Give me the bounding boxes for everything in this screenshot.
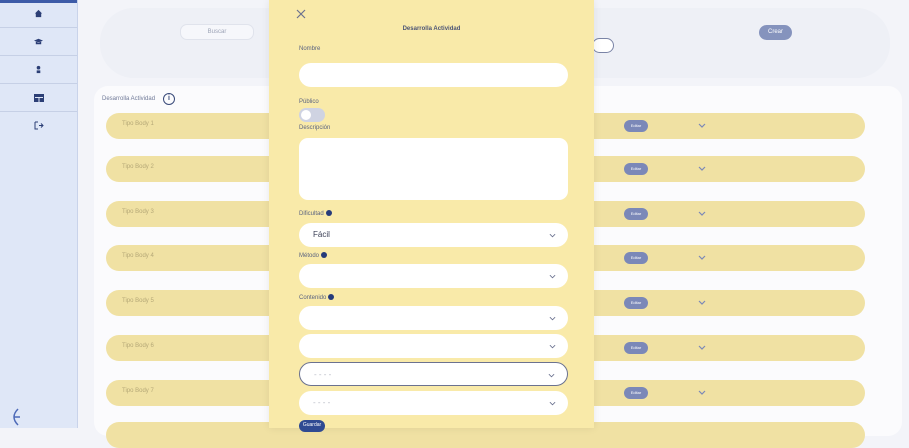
row-label: Tipo Body 3 — [122, 209, 154, 215]
sidebar-item-table[interactable] — [0, 84, 77, 112]
info-dot-icon[interactable] — [321, 252, 328, 258]
chevron-down-icon[interactable] — [696, 163, 708, 175]
sidebar-item-home[interactable] — [0, 0, 77, 28]
nombre-input[interactable] — [299, 63, 568, 87]
dificultad-value: Fácil — [313, 230, 330, 239]
dificultad-label: Dificultad — [299, 210, 332, 217]
chevron-down-icon — [549, 344, 556, 349]
edit-button[interactable]: Editar — [624, 387, 648, 399]
edit-button[interactable]: Editar — [624, 297, 648, 309]
search-input[interactable]: Buscar — [180, 24, 254, 40]
chevron-down-icon — [549, 233, 556, 238]
row-label: Tipo Body 5 — [122, 298, 154, 304]
modal-title: Desarrolla Actividad — [402, 26, 461, 32]
logout-icon — [34, 121, 44, 130]
graduation-icon — [34, 38, 43, 45]
contenido-select-4[interactable]: - - - - — [299, 391, 568, 415]
select-placeholder: - - - - — [313, 398, 331, 407]
edit-button[interactable]: Editar — [624, 252, 648, 264]
row-label: Tipo Body 1 — [122, 121, 154, 127]
sidebar-item-logout[interactable] — [0, 112, 77, 139]
filter-toggle[interactable] — [592, 38, 614, 53]
contenido-select-3[interactable]: - - - - — [299, 362, 568, 386]
guardar-button[interactable]: Guardar — [299, 420, 325, 432]
contenido-label-text: Contenido — [299, 295, 327, 301]
contenido-select-1[interactable] — [299, 306, 568, 330]
nombre-label: Nombre — [299, 46, 321, 52]
info-icon[interactable]: i — [163, 93, 175, 105]
row-label: Tipo Body 6 — [122, 343, 154, 349]
info-dot-icon[interactable] — [325, 210, 332, 216]
user-icon — [36, 65, 41, 74]
row-label: Tipo Body 4 — [122, 253, 154, 259]
metodo-select[interactable] — [299, 264, 568, 288]
edit-button[interactable]: Editar — [624, 163, 648, 175]
toggle-knob — [301, 110, 311, 120]
chevron-down-icon[interactable] — [696, 120, 708, 132]
select-placeholder: - - - - — [314, 370, 332, 379]
home-icon — [34, 9, 43, 18]
contenido-label: Contenido — [299, 294, 335, 301]
chevron-down-icon — [549, 401, 556, 406]
publico-label: Público — [299, 99, 319, 105]
chevron-down-icon — [549, 274, 556, 279]
chevron-down-icon[interactable] — [696, 252, 708, 264]
chevron-down-icon[interactable] — [696, 208, 708, 220]
sidebar — [0, 0, 78, 428]
edit-button[interactable]: Editar — [624, 120, 648, 132]
close-icon[interactable] — [295, 8, 307, 20]
chevron-down-icon[interactable] — [696, 297, 708, 309]
chevron-down-icon — [549, 316, 556, 321]
dificultad-select[interactable]: Fácil — [299, 223, 568, 247]
table-icon — [33, 93, 44, 102]
dificultad-label-text: Dificultad — [299, 211, 324, 217]
descripcion-label: Descripción — [299, 125, 331, 131]
metodo-label: Método — [299, 252, 328, 259]
chevron-down-icon[interactable] — [696, 342, 708, 354]
logo-icon — [13, 408, 20, 426]
chevron-down-icon — [548, 373, 555, 378]
sidebar-item-courses[interactable] — [0, 28, 77, 56]
descripcion-textarea[interactable] — [299, 138, 568, 200]
sidebar-item-user[interactable] — [0, 56, 77, 84]
row-label: Tipo Body 7 — [122, 388, 154, 394]
panel-title: Desarrolla Actividad — [102, 96, 156, 102]
edit-button[interactable]: Editar — [624, 342, 648, 354]
activity-modal: Desarrolla Actividad Nombre Público Desc… — [269, 0, 594, 432]
publico-toggle[interactable] — [299, 108, 325, 122]
chevron-down-icon[interactable] — [696, 387, 708, 399]
row-label: Tipo Body 2 — [122, 164, 154, 170]
info-dot-icon[interactable] — [328, 294, 335, 300]
crear-button[interactable]: Crear — [759, 25, 792, 40]
edit-button[interactable]: Editar — [624, 208, 648, 220]
metodo-label-text: Método — [299, 253, 320, 259]
contenido-select-2[interactable] — [299, 334, 568, 358]
